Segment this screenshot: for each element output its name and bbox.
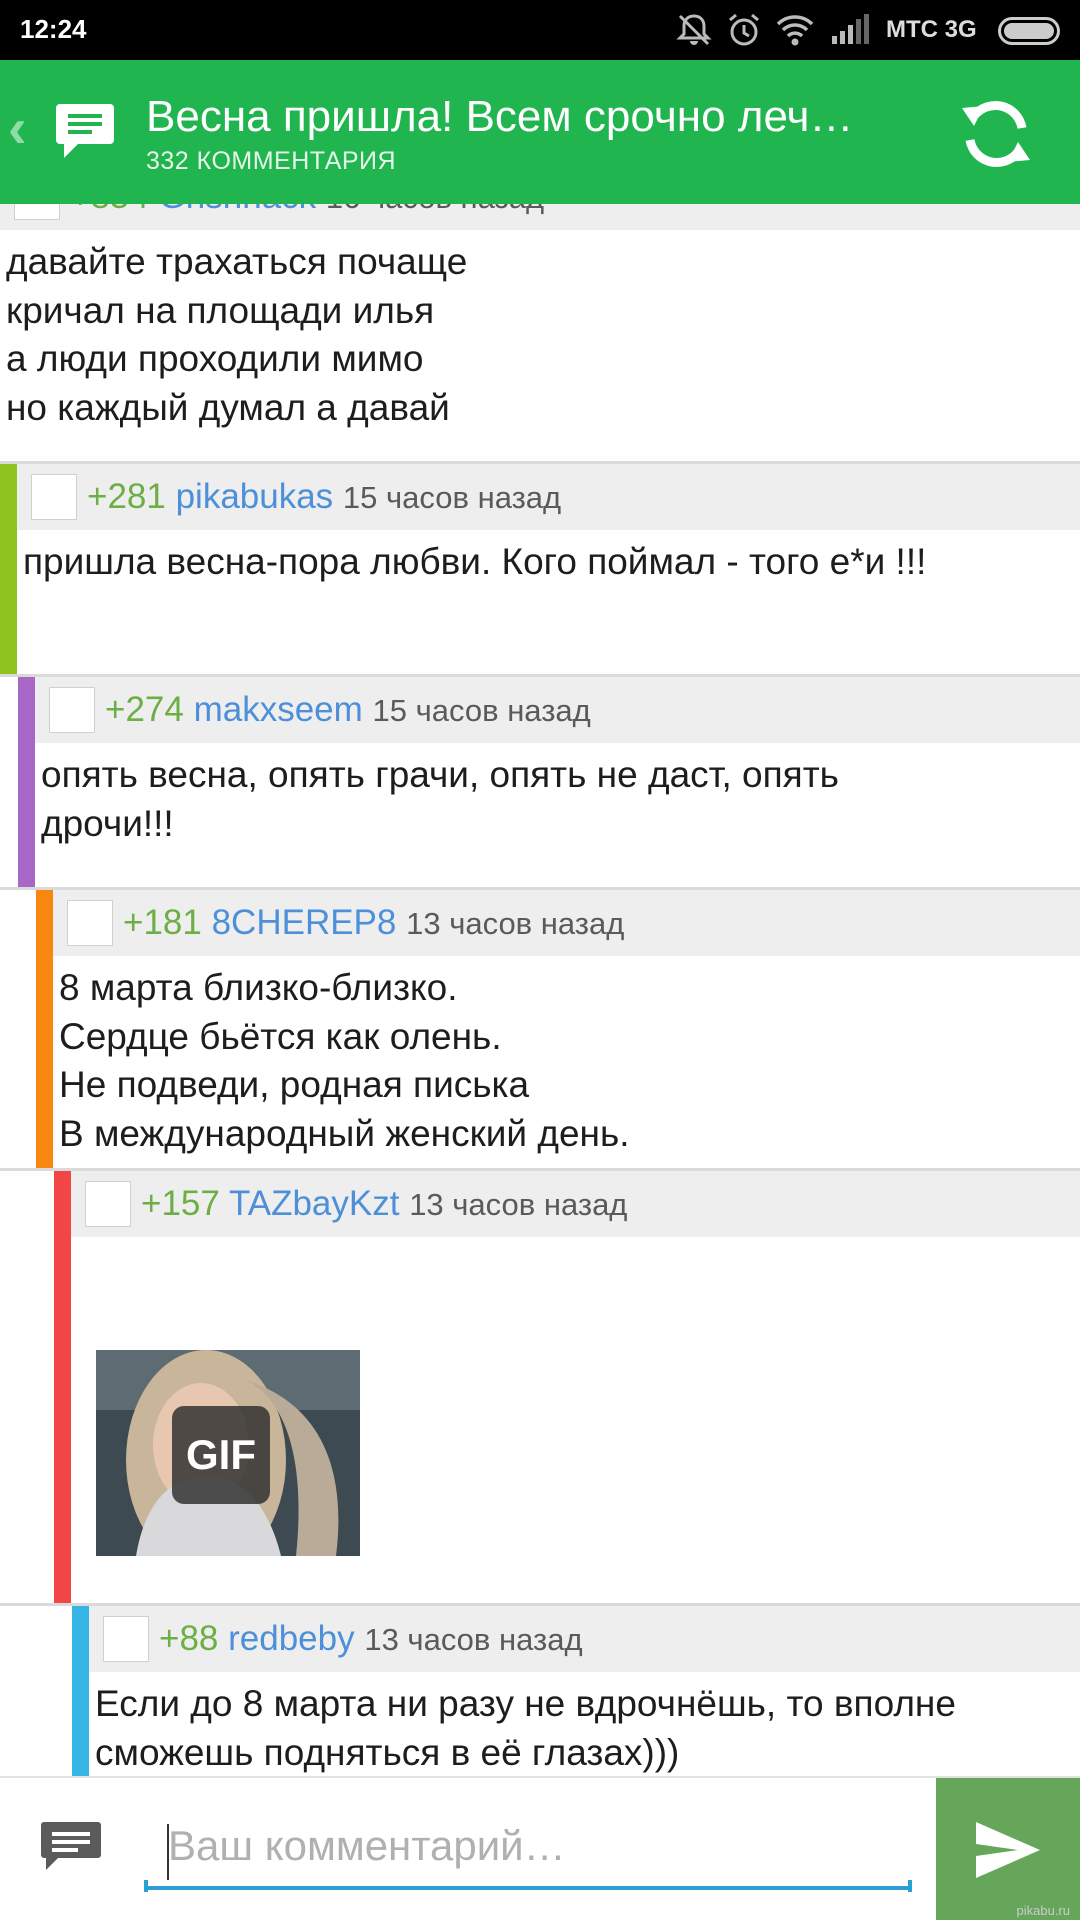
comment-list[interactable]: +854 Grishnack 16 часов назад давайте тр… — [0, 204, 1080, 1776]
comment-time: 16 часов назад — [326, 204, 544, 215]
carrier-label: МТС 3G — [886, 16, 977, 43]
comment-header: +854 Grishnack 16 часов назад — [0, 204, 1080, 230]
comment-text: опять весна, опять грачи, опять не даст,… — [41, 754, 839, 844]
comment-item: +181 8CHEREP8 13 часов назад 8 марта бли… — [0, 890, 1080, 1168]
avatar[interactable] — [85, 1181, 131, 1227]
alarm-icon — [726, 12, 762, 53]
comment-item: +854 Grishnack 16 часов назад давайте тр… — [0, 204, 1080, 461]
thread-level-bar — [18, 677, 35, 887]
send-icon — [976, 1822, 1040, 1878]
signal-icon — [830, 12, 870, 53]
comment-header: +181 8CHEREP8 13 часов назад — [53, 890, 1080, 956]
thread-level-bar — [72, 1606, 89, 1776]
text-caret — [167, 1824, 169, 1880]
comment-score: +281 — [87, 477, 166, 516]
comment-count: 332 КОММЕНТАРИЯ — [146, 147, 397, 175]
input-underline-corner — [144, 1880, 148, 1892]
comment-time: 13 часов назад — [409, 1187, 628, 1222]
status-time: 12:24 — [20, 14, 87, 44]
comment-author[interactable]: redbeby — [228, 1619, 354, 1658]
status-bar: 12:24 МТС 3G — [0, 0, 1080, 60]
comment-header: +274 makxseem 15 часов назад — [35, 677, 1080, 743]
comment-meta: +88 redbeby 13 часов назад — [159, 1619, 583, 1659]
mute-icon — [676, 12, 712, 53]
message-icon[interactable] — [40, 1820, 102, 1879]
thread-level-bar — [0, 464, 17, 674]
comment-score: +274 — [105, 690, 184, 729]
comment-score: +157 — [141, 1184, 220, 1223]
send-button[interactable] — [936, 1778, 1080, 1920]
comment-author[interactable]: makxseem — [194, 690, 363, 729]
comment-text: Если до 8 марта ни разу не вдрочнёшь, то… — [95, 1683, 956, 1773]
comment-item: +88 redbeby 13 часов назад Если до 8 мар… — [0, 1606, 1080, 1776]
avatar[interactable] — [14, 204, 60, 220]
comment-meta: +281 pikabukas 15 часов назад — [87, 477, 561, 517]
comment-header: +88 redbeby 13 часов назад — [89, 1606, 1080, 1672]
avatar[interactable] — [67, 900, 113, 946]
avatar[interactable] — [49, 687, 95, 733]
comment-time: 15 часов назад — [342, 480, 562, 515]
comment-score: +181 — [123, 903, 202, 942]
comment-composer: pikabu.ru — [0, 1776, 1080, 1920]
battery-icon — [998, 17, 1060, 45]
comment-text: давайте трахаться почаще кричал на площа… — [6, 241, 468, 428]
watermark: pikabu.ru — [1016, 1903, 1070, 1918]
comment-time: 13 часов назад — [364, 1622, 583, 1657]
comment-text: 8 марта близко-близко. Сердце бьётся как… — [59, 967, 630, 1154]
comments-icon — [54, 100, 116, 167]
app-bar: ‹ Весна пришла! Всем срочно леч… 332 КОМ… — [0, 60, 1080, 204]
comment-input[interactable] — [144, 1806, 912, 1890]
comment-score: +88 — [159, 1619, 219, 1658]
input-underline-corner — [908, 1880, 912, 1892]
comment-score: +854 — [70, 204, 149, 216]
comment-meta: +854 Grishnack 16 часов назад — [70, 204, 544, 217]
avatar[interactable] — [31, 474, 77, 520]
comment-text: пришла весна-пора любви. Кого поймал - т… — [23, 541, 927, 582]
comment-header: +157 TAZbayKzt 13 часов назад — [71, 1171, 1080, 1237]
comment-meta: +181 8CHEREP8 13 часов назад — [123, 903, 624, 943]
comment-author[interactable]: 8CHEREP8 — [212, 903, 397, 942]
gif-badge: GIF — [172, 1406, 270, 1504]
comment-author[interactable]: Grishnack — [159, 204, 317, 216]
thread-level-bar — [54, 1171, 71, 1603]
comment-item: +274 makxseem 15 часов назад опять весна… — [0, 677, 1080, 887]
wifi-icon — [776, 12, 814, 53]
comment-item: +281 pikabukas 15 часов назад пришла вес… — [0, 464, 1080, 674]
comment-author[interactable]: pikabukas — [176, 477, 334, 516]
comment-time: 15 часов назад — [372, 693, 591, 728]
back-chevron-icon[interactable]: ‹ — [8, 100, 27, 156]
comment-author[interactable]: TAZbayKzt — [229, 1184, 400, 1223]
comment-meta: +274 makxseem 15 часов назад — [105, 690, 591, 730]
comment-meta: +157 TAZbayKzt 13 часов назад — [141, 1184, 627, 1224]
page-title: Весна пришла! Всем срочно леч… — [146, 92, 854, 141]
comment-time: 13 часов назад — [406, 906, 625, 941]
refresh-icon[interactable] — [956, 94, 1036, 179]
comment-header: +281 pikabukas 15 часов назад — [17, 464, 1080, 530]
avatar[interactable] — [103, 1616, 149, 1662]
gif-thumbnail[interactable]: GIF — [96, 1350, 360, 1556]
thread-level-bar — [36, 890, 53, 1168]
